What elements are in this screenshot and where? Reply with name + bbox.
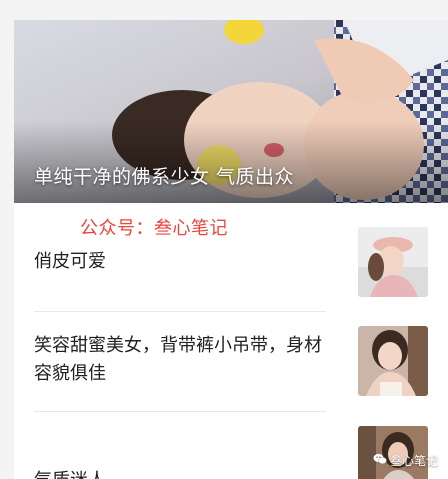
list-item[interactable]: 俏皮可爱	[14, 203, 448, 313]
watermark-text: 叁心笔记	[389, 454, 438, 468]
list-item-title: 俏皮可爱	[34, 251, 106, 272]
wechat-icon	[373, 453, 387, 468]
list-item-thumbnail[interactable]	[358, 326, 428, 396]
hero-article[interactable]: 单纯干净的佛系少女 气质出众	[14, 20, 448, 203]
watermark: 叁心笔记	[373, 452, 438, 469]
hero-title: 单纯干净的佛系少女 气质出众	[34, 166, 295, 188]
article-list-card: 单纯干净的佛系少女 气质出众 俏皮可爱 笑容甜蜜美女，背带裤小吊带，身材容貌俱佳	[14, 20, 448, 479]
list-item-title: 气质迷人	[34, 467, 339, 479]
list-item[interactable]: 笑容甜蜜美女，背带裤小吊带，身材容貌俱佳	[14, 312, 448, 412]
list-item-title: 笑容甜蜜美女，背带裤小吊带，身材容貌俱佳	[34, 335, 322, 384]
list-item-thumbnail[interactable]	[358, 227, 428, 297]
